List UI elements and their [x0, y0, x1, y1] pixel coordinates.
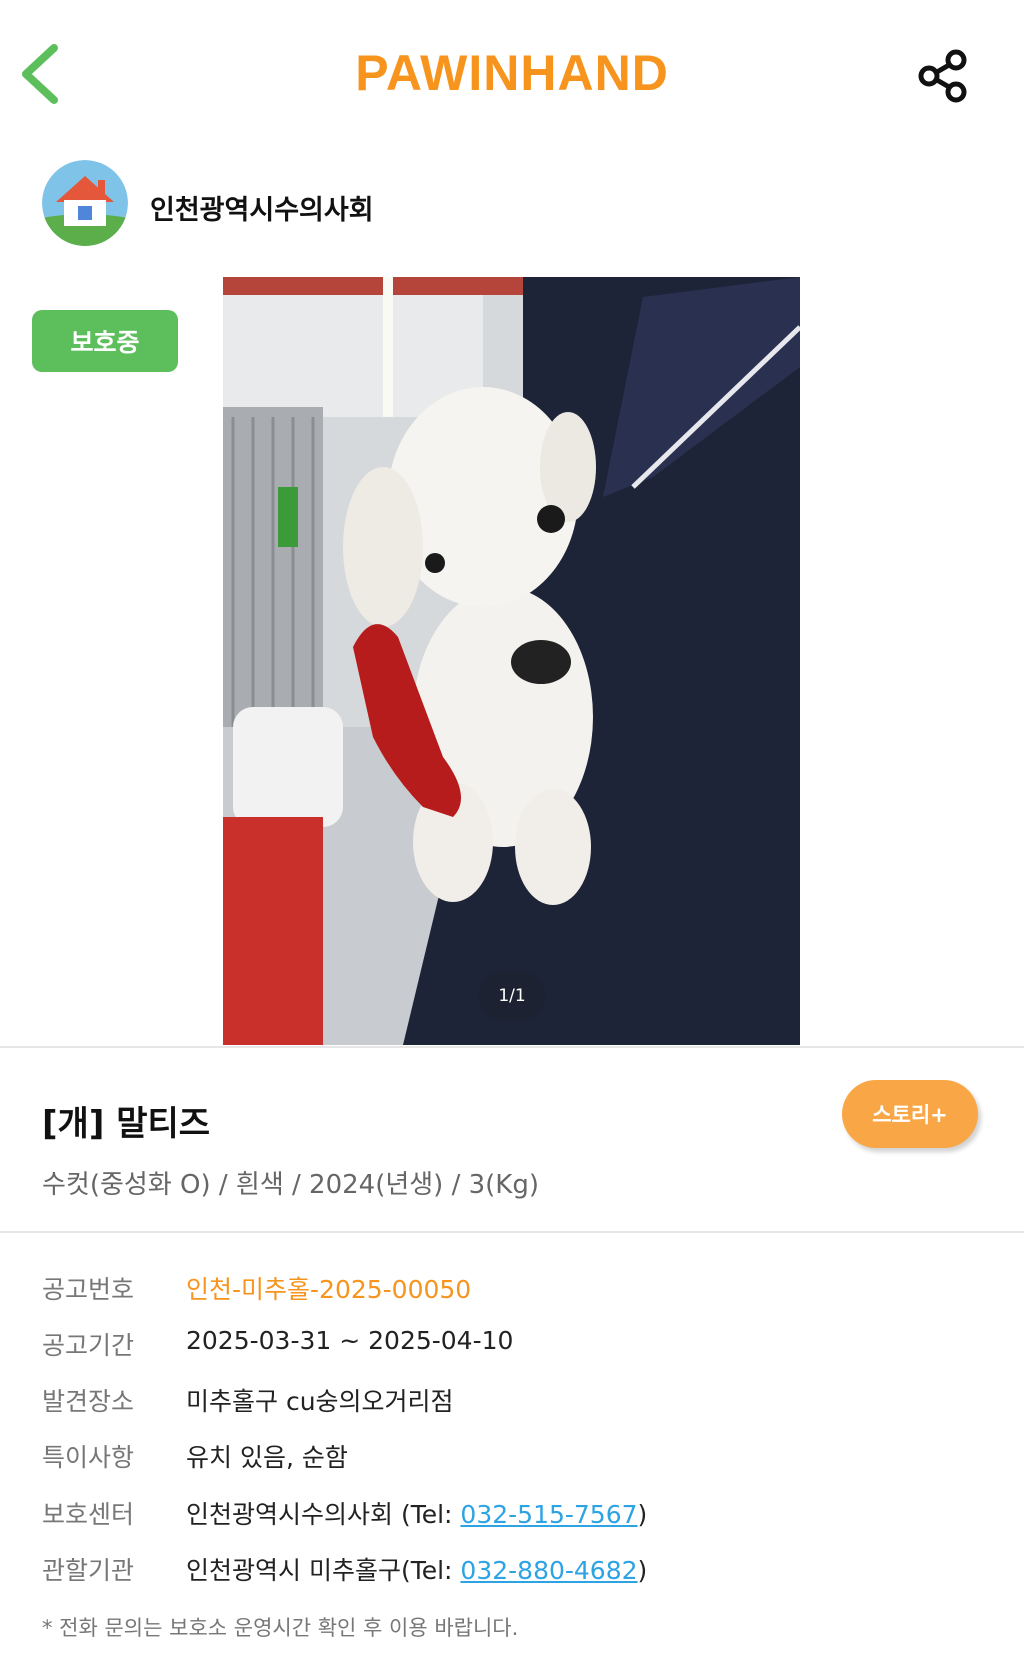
info-label: 보호센터: [42, 1500, 135, 1529]
shelter-name[interactable]: 인천광역시수의사회: [150, 188, 374, 227]
info-row-notice-number: 공고번호 인천-미추홀-2025-00050: [42, 1270, 1002, 1310]
brand-logo[interactable]: PAWINHAND: [0, 44, 1024, 102]
animal-photo[interactable]: [223, 277, 800, 1045]
animal-summary: 수컷(중성화 O) / 흰색 / 2024(년생) / 3(Kg): [42, 1170, 540, 1200]
divider: [0, 1046, 1024, 1048]
shelter-center-name: 인천광역시수의사회 (Tel:: [186, 1500, 461, 1529]
photo-counter: 1/1: [478, 972, 546, 1020]
info-row-features: 특이사항 유치 있음, 순함: [42, 1438, 1002, 1478]
top-bar: PAWINHAND: [0, 0, 1024, 150]
paren-close: ): [637, 1500, 648, 1529]
info-label: 발견장소: [42, 1387, 135, 1416]
shelter-info[interactable]: 인천광역시수의사회: [42, 160, 642, 246]
shelter-center: 인천광역시수의사회 (Tel: 032-515-7567): [186, 1495, 647, 1531]
phone-notice: * 전화 문의는 보호소 운영시간 확인 후 이용 바랍니다.: [42, 1616, 519, 1640]
notice-period: 2025-03-31 ~ 2025-04-10: [186, 1326, 514, 1355]
found-place: 미추홀구 cu숭의오거리점: [186, 1387, 454, 1416]
status-badge: 보호중: [32, 310, 178, 372]
animal-title: [개] 말티즈: [42, 1104, 211, 1144]
info-row-notice-period: 공고기간 2025-03-31 ~ 2025-04-10: [42, 1326, 1002, 1366]
info-label: 관할기관: [42, 1556, 135, 1585]
house-icon: [42, 160, 128, 246]
notice-number: 인천-미추홀-2025-00050: [186, 1275, 472, 1304]
info-row-authority: 관할기관 인천광역시 미추홀구(Tel: 032-880-4682): [42, 1551, 1002, 1591]
authority-phone-link[interactable]: 032-880-4682: [460, 1556, 637, 1585]
info-label: 공고번호: [42, 1275, 135, 1304]
info-label: 특이사항: [42, 1443, 135, 1472]
authority-name: 인천광역시 미추홀구(Tel:: [186, 1556, 461, 1585]
special-notes: 유치 있음, 순함: [186, 1443, 348, 1472]
info-label: 공고기간: [42, 1331, 135, 1360]
paren-close: ): [637, 1556, 648, 1585]
shelter-avatar: [42, 160, 128, 246]
dog-photo-illustration: [223, 277, 800, 1045]
shelter-phone-link[interactable]: 032-515-7567: [460, 1500, 637, 1529]
info-row-found-place: 발견장소 미추홀구 cu숭의오거리점: [42, 1382, 1002, 1422]
authority: 인천광역시 미추홀구(Tel: 032-880-4682): [186, 1551, 647, 1587]
info-row-shelter-center: 보호센터 인천광역시수의사회 (Tel: 032-515-7567): [42, 1495, 1002, 1535]
divider: [0, 1231, 1024, 1233]
story-button[interactable]: 스토리+: [842, 1080, 978, 1148]
share-icon: [918, 49, 967, 103]
share-button[interactable]: [916, 48, 972, 104]
